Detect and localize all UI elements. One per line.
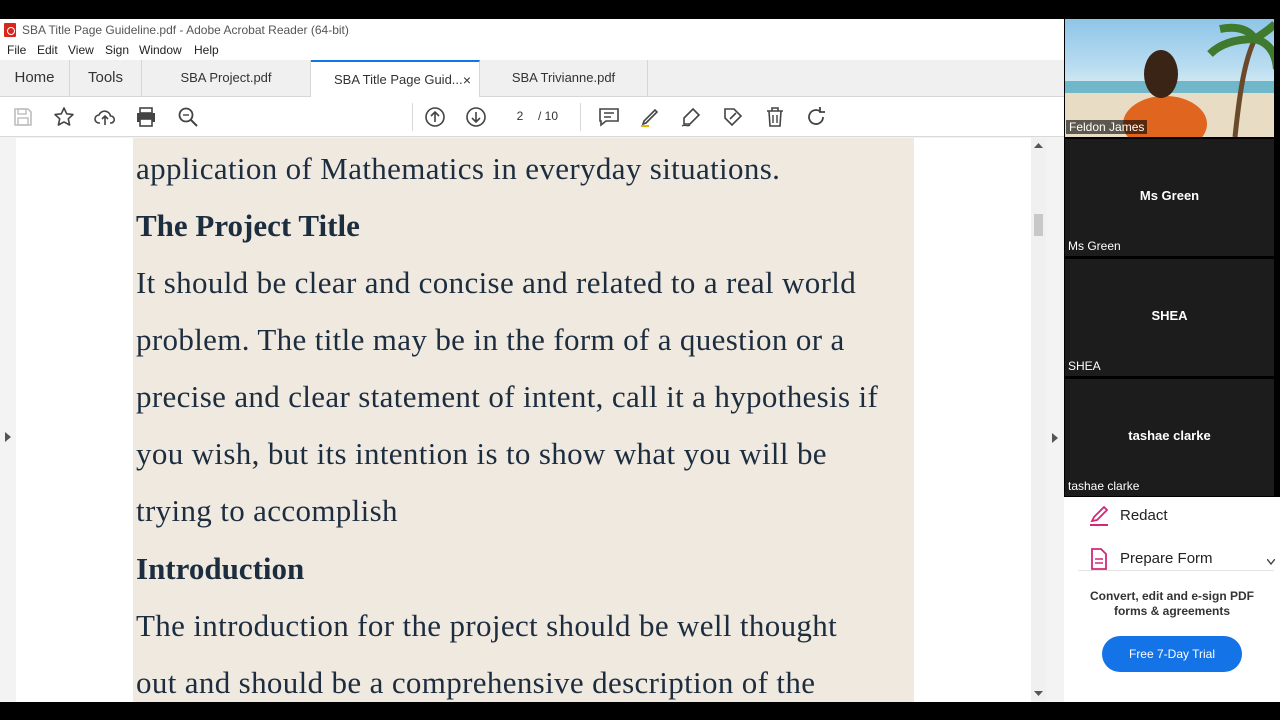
scroll-down-icon[interactable] xyxy=(1034,691,1043,697)
tool-redact-label: Redact xyxy=(1120,507,1168,524)
participant-name: Feldon James xyxy=(1066,120,1148,134)
document-text-line: out and should be a comprehensive descri… xyxy=(136,665,816,700)
tab-tools[interactable]: Tools xyxy=(70,60,142,97)
participant-tile-tashae-clarke[interactable]: tashae clarke tashae clarke xyxy=(1065,379,1274,496)
toolbar xyxy=(0,97,1064,137)
promo-text: Convert, edit and e-sign PDF forms & agr… xyxy=(1064,589,1280,619)
sign-pen-icon[interactable] xyxy=(679,105,703,129)
previous-page-icon[interactable] xyxy=(423,105,447,129)
delete-trash-icon[interactable] xyxy=(763,105,787,129)
document-text-line: application of Mathematics in everyday s… xyxy=(136,151,781,186)
tab-sba-title-page[interactable]: SBA Title Page Guid... × xyxy=(311,60,480,98)
participant-display-name: SHEA xyxy=(1151,308,1188,323)
acrobat-window: SBA Title Page Guideline.pdf - Adobe Acr… xyxy=(0,19,1064,702)
vertical-scrollbar[interactable] xyxy=(1031,138,1046,702)
promo-line: Convert, edit and e-sign PDF xyxy=(1089,589,1254,603)
heading-project-title: The Project Title xyxy=(136,208,360,243)
document-text-line: It should be clear and concise and relat… xyxy=(136,265,857,300)
tab-home-label: Home xyxy=(14,69,55,86)
expand-left-panel-icon[interactable] xyxy=(4,431,12,443)
document-text-line: you wish, but its intention is to show w… xyxy=(136,436,827,471)
participant-tile-ms-green[interactable]: Ms Green Ms Green xyxy=(1065,139,1274,256)
star-icon[interactable] xyxy=(52,105,76,129)
document-text-line: The introduction for the project should … xyxy=(136,608,838,643)
scroll-up-icon[interactable] xyxy=(1034,142,1043,148)
tools-pane: Redact Prepare Form Convert, edit and e-… xyxy=(1064,497,1280,702)
participant-display-name: Ms Green xyxy=(1139,188,1200,203)
acrobat-pdf-icon xyxy=(4,23,16,37)
participant-display-name: tashae clarke xyxy=(1128,428,1211,443)
close-tab-icon[interactable]: × xyxy=(463,62,471,98)
screen: SBA Title Page Guideline.pdf - Adobe Acr… xyxy=(0,0,1280,720)
menu-edit[interactable]: Edit xyxy=(37,43,58,57)
page-total-label: / 10 xyxy=(538,109,559,123)
title-bar: SBA Title Page Guideline.pdf - Adobe Acr… xyxy=(0,19,1064,41)
menu-window[interactable]: Window xyxy=(139,43,182,57)
next-page-icon[interactable] xyxy=(464,105,488,129)
participant-tile-shea[interactable]: SHEA SHEA xyxy=(1065,259,1274,376)
document-view[interactable]: application of Mathematics in everyday s… xyxy=(16,138,1031,702)
document-text-line: trying to accomplish xyxy=(136,493,398,528)
heading-introduction: Introduction xyxy=(136,551,305,586)
prepare-form-icon xyxy=(1091,548,1107,570)
collapse-right-panel-icon[interactable] xyxy=(1051,432,1059,444)
participant-name: SHEA xyxy=(1068,359,1101,373)
toolbar-separator xyxy=(412,103,413,131)
save-icon[interactable] xyxy=(11,105,35,129)
left-panel-strip xyxy=(0,138,16,702)
tool-prepare-form-label: Prepare Form xyxy=(1120,550,1213,567)
scrollbar-thumb[interactable] xyxy=(1034,214,1043,236)
tab-sba-trivianne-label: SBA Trivianne.pdf xyxy=(511,70,616,85)
print-icon[interactable] xyxy=(134,105,158,129)
document-text-line: problem. The title may be in the form of… xyxy=(136,322,845,357)
tab-bar: Home Tools SBA Project.pdf SBA Title Pag… xyxy=(0,60,1064,98)
comment-icon[interactable] xyxy=(597,105,621,129)
zoom-search-icon[interactable] xyxy=(176,105,200,129)
tab-home[interactable]: Home xyxy=(0,60,70,97)
redact-marker-icon xyxy=(1090,506,1109,526)
tab-sba-trivianne[interactable]: SBA Trivianne.pdf xyxy=(480,60,648,97)
tools-scroll-down-icon[interactable] xyxy=(1267,559,1275,565)
participant-name: tashae clarke xyxy=(1068,479,1140,493)
window-title: SBA Title Page Guideline.pdf - Adobe Acr… xyxy=(22,23,349,37)
redo-rotate-icon[interactable] xyxy=(804,105,828,129)
pdf-page: application of Mathematics in everyday s… xyxy=(133,138,914,702)
menu-view[interactable]: View xyxy=(68,43,94,57)
promo-line: forms & agreements xyxy=(1113,604,1231,618)
document-text-line: precise and clear statement of intent, c… xyxy=(136,379,879,414)
tools-divider xyxy=(1078,570,1274,571)
page-number-input[interactable]: 2 xyxy=(508,105,532,127)
tab-sba-title-page-label: SBA Title Page Guid... xyxy=(334,72,463,87)
tab-sba-project-label: SBA Project.pdf xyxy=(180,70,272,85)
upload-cloud-icon[interactable] xyxy=(93,105,117,129)
menu-help[interactable]: Help xyxy=(194,43,219,57)
toolbar-separator xyxy=(580,103,581,131)
participant-name: Ms Green xyxy=(1068,239,1121,253)
edit-tag-icon[interactable] xyxy=(721,105,745,129)
menu-file[interactable]: File xyxy=(7,43,26,57)
right-panel-strip xyxy=(1046,138,1064,702)
tab-tools-label: Tools xyxy=(87,69,124,86)
free-trial-button[interactable]: Free 7-Day Trial xyxy=(1102,636,1242,672)
highlight-pen-icon[interactable] xyxy=(638,105,662,129)
tab-sba-project[interactable]: SBA Project.pdf xyxy=(142,60,311,97)
menu-sign[interactable]: Sign xyxy=(105,43,129,57)
participant-tile-feldon[interactable]: Feldon James xyxy=(1065,19,1274,137)
menu-bar: File Edit View Sign Window Help xyxy=(0,41,1064,60)
